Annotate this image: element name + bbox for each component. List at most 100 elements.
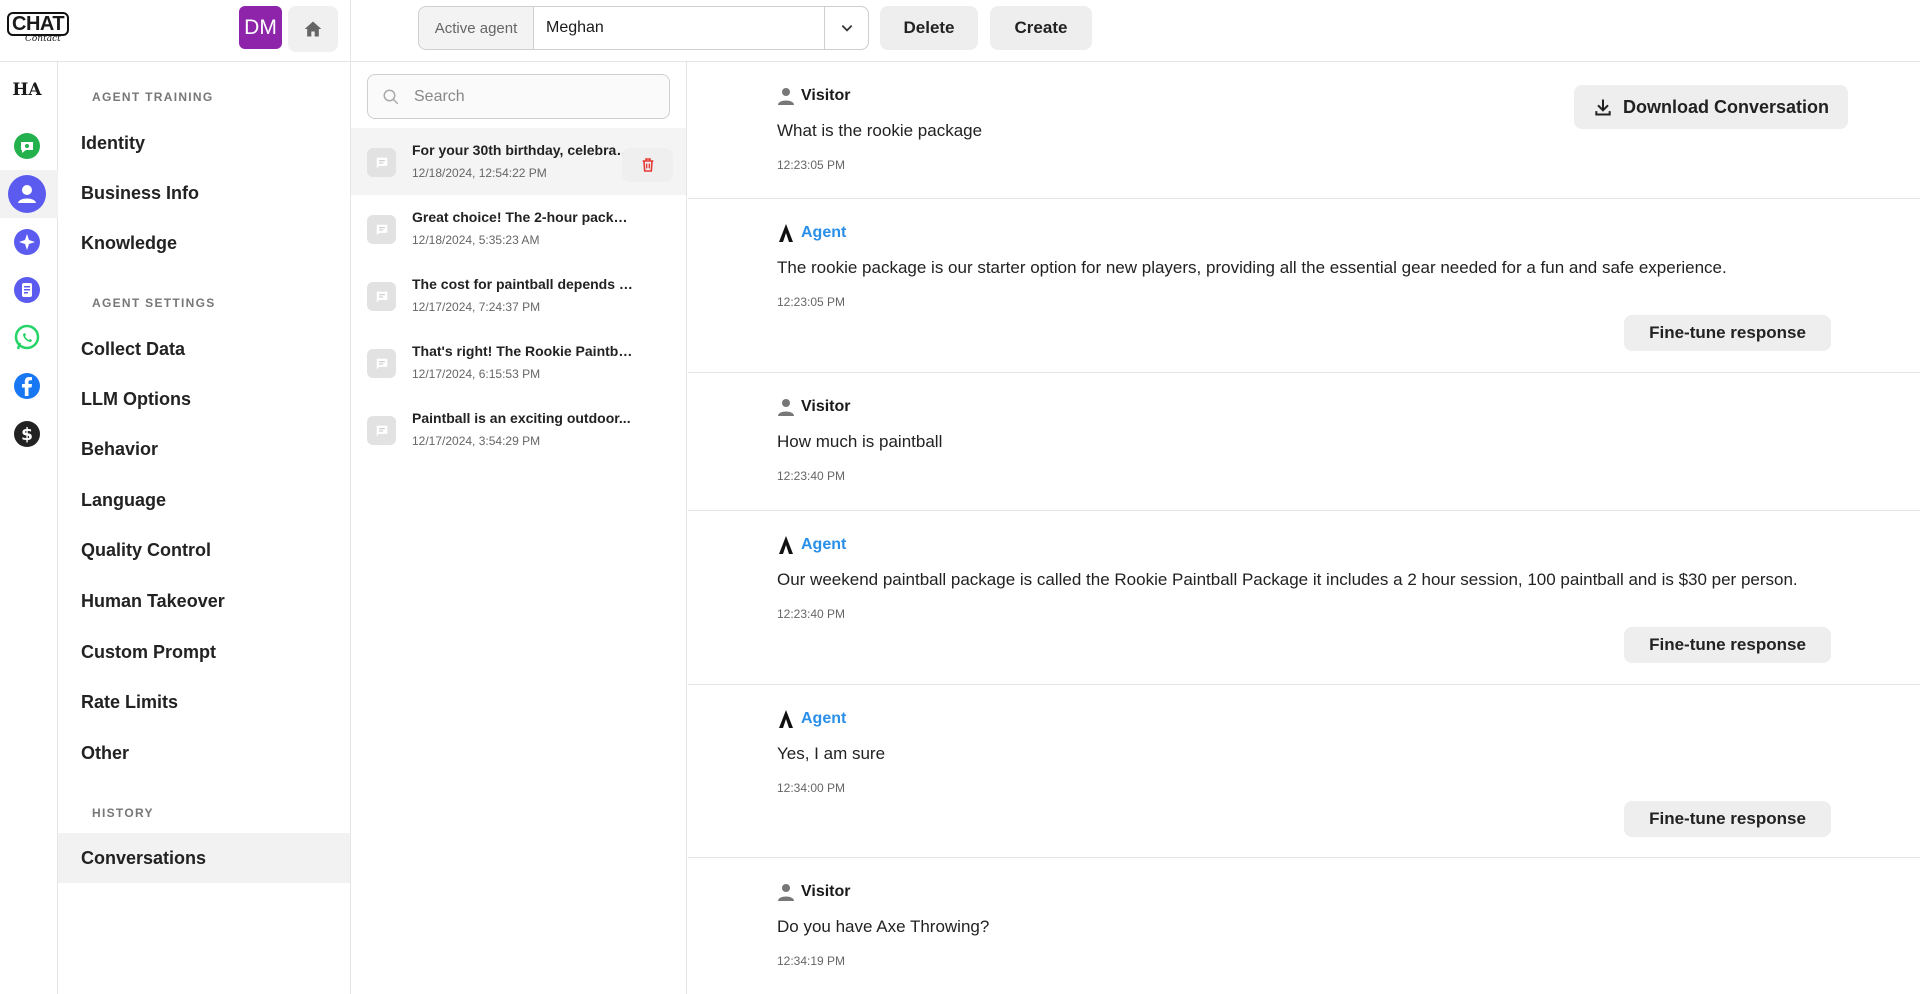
conversation-date: 12/17/2024, 6:15:53 PM: [412, 367, 541, 381]
conversation-title: For your 30th birthday, celebrate...: [412, 142, 634, 158]
message-row: Visitor How much is paintball 12:23:40 P…: [688, 373, 1920, 511]
rail-docs-button[interactable]: [7, 270, 47, 310]
nav-item-custom-prompt[interactable]: Custom Prompt: [58, 627, 350, 677]
fine-tune-button[interactable]: Fine-tune response: [1624, 801, 1831, 837]
sender-label: Visitor: [801, 398, 851, 415]
download-conversation-button[interactable]: Download Conversation: [1574, 85, 1848, 129]
facebook-icon: [14, 373, 40, 399]
chat-bubble-icon: [367, 349, 396, 378]
rail-ai-button[interactable]: [7, 222, 47, 262]
logo-text: CHAT: [7, 12, 70, 36]
message-row: Agent Our weekend paintball package is c…: [688, 511, 1920, 685]
message-time: 12:23:40 PM: [777, 607, 846, 621]
message-sender: Agent: [777, 224, 846, 242]
message-text: What is the rookie package: [777, 121, 983, 140]
section-agent-settings: AGENT SETTINGS: [92, 296, 216, 310]
nav-item-llm-options[interactable]: LLM Options: [58, 374, 350, 424]
home-icon: [304, 21, 322, 37]
create-agent-button[interactable]: Create: [990, 6, 1092, 50]
delete-conversation-button[interactable]: [622, 148, 673, 182]
conversation-item[interactable]: The cost for paintball depends on... 12/…: [351, 262, 686, 329]
nav-item-rate-limits[interactable]: Rate Limits: [58, 677, 350, 727]
logo-subtext: Contact: [25, 34, 61, 44]
message-sender: Visitor: [777, 398, 851, 416]
chevron-down-icon: [841, 25, 852, 32]
sender-label: Visitor: [801, 883, 851, 900]
message-row: Visitor Do you have Axe Throwing? 12:34:…: [688, 858, 1920, 994]
active-agent-label: Active agent: [434, 19, 518, 37]
user-avatar[interactable]: DM: [239, 6, 282, 49]
search-box[interactable]: [367, 74, 670, 119]
rail-logo-text: HA: [12, 80, 42, 100]
message-time: 12:23:40 PM: [777, 469, 846, 483]
conversation-title: The cost for paintball depends on...: [412, 276, 634, 292]
conversation-item[interactable]: That's right! The Rookie Paintball... 12…: [351, 329, 686, 396]
nav-item-language[interactable]: Language: [58, 475, 350, 525]
sender-label: Agent: [801, 536, 847, 553]
nav-item-quality-control[interactable]: Quality Control: [58, 525, 350, 575]
nav-item-human-takeover[interactable]: Human Takeover: [58, 576, 350, 626]
nav-item-collect-data[interactable]: Collect Data: [58, 324, 350, 374]
conversation-item[interactable]: For your 30th birthday, celebrate... 12/…: [351, 128, 686, 195]
chat-bubble-icon: [367, 148, 396, 177]
rail-chat-button[interactable]: [7, 126, 47, 166]
fine-tune-button[interactable]: Fine-tune response: [1624, 315, 1831, 351]
message-time: 12:23:05 PM: [777, 295, 846, 309]
message-text: The rookie package is our starter option…: [777, 258, 1727, 277]
message-row: Visitor What is the rookie package 12:23…: [688, 62, 1920, 199]
conversation-date: 12/18/2024, 12:54:22 PM: [412, 166, 547, 180]
section-history: HISTORY: [92, 806, 154, 820]
rail-logo[interactable]: HA: [7, 70, 47, 110]
icon-rail: HA $: [0, 62, 58, 994]
message-time: 12:34:00 PM: [777, 781, 846, 795]
conversation-item[interactable]: Paintball is an exciting outdoor... 12/1…: [351, 396, 686, 463]
trash-icon: [642, 158, 653, 172]
search-icon: [383, 89, 399, 104]
nav-item-other[interactable]: Other: [58, 728, 350, 778]
rail-whatsapp-button[interactable]: [7, 318, 47, 358]
message-sender: Visitor: [777, 87, 851, 105]
search-input[interactable]: [414, 87, 654, 106]
delete-agent-button[interactable]: Delete: [880, 6, 978, 50]
app-logo[interactable]: CHAT Contact: [7, 12, 70, 46]
sender-label: Agent: [801, 710, 847, 727]
message-sender: Visitor: [777, 883, 851, 901]
agent-logo-icon: [777, 224, 795, 242]
message-time: 12:23:05 PM: [777, 158, 846, 172]
nav-item-knowledge[interactable]: Knowledge: [58, 218, 350, 268]
rail-agent-button[interactable]: [7, 174, 47, 214]
settings-nav: AGENT TRAINING Identity Business Info Kn…: [58, 62, 351, 994]
rail-billing-button[interactable]: $: [7, 414, 47, 454]
sender-label: Agent: [801, 224, 847, 241]
conversation-date: 12/17/2024, 7:24:37 PM: [412, 300, 541, 314]
document-icon: [14, 277, 40, 303]
conversation-list: For your 30th birthday, celebrate... 12/…: [351, 62, 687, 994]
visitor-icon: [777, 883, 795, 901]
conversation-date: 12/17/2024, 3:54:29 PM: [412, 434, 541, 448]
sparkle-icon: [14, 229, 40, 255]
dropdown-button[interactable]: [824, 7, 868, 49]
conversation-date: 12/18/2024, 5:35:23 AM: [412, 233, 540, 247]
sender-label: Visitor: [801, 87, 851, 104]
dollar-icon: $: [14, 421, 40, 447]
download-label: Download Conversation: [1622, 96, 1829, 117]
chat-bubble-icon: [367, 282, 396, 311]
rail-facebook-button[interactable]: [7, 366, 47, 406]
nav-item-behavior[interactable]: Behavior: [58, 424, 350, 474]
visitor-icon: [777, 87, 795, 105]
conversation-title: Great choice! The 2-hour package...: [412, 209, 634, 225]
svg-text:$: $: [21, 425, 33, 445]
nav-item-identity[interactable]: Identity: [58, 118, 350, 168]
fine-tune-button[interactable]: Fine-tune response: [1624, 627, 1831, 663]
conversation-title: Paintball is an exciting outdoor...: [412, 410, 631, 426]
nav-item-conversations[interactable]: Conversations: [58, 833, 350, 883]
download-icon: [1595, 99, 1611, 116]
active-agent-select[interactable]: Active agent Meghan: [418, 6, 869, 50]
active-agent-value[interactable]: Meghan: [533, 7, 824, 49]
whatsapp-icon: [14, 324, 40, 350]
message-text: Yes, I am sure: [777, 744, 886, 763]
home-button[interactable]: [288, 6, 338, 52]
nav-item-business-info[interactable]: Business Info: [58, 168, 350, 218]
conversation-item[interactable]: Great choice! The 2-hour package... 12/1…: [351, 195, 686, 262]
chat-bubble-icon: [14, 133, 40, 159]
